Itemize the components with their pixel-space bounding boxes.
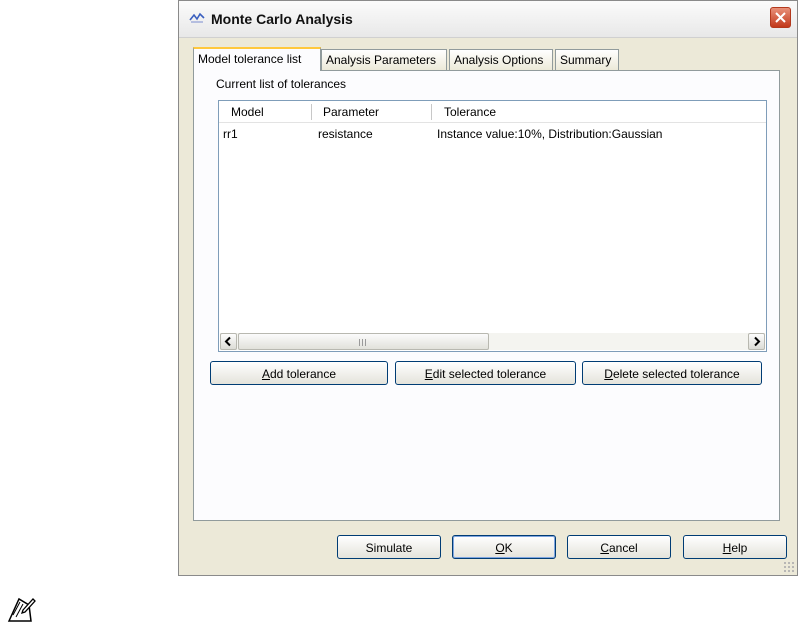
table-row[interactable]: rr1 resistance Instance value:10%, Distr… — [219, 125, 766, 141]
horizontal-scrollbar[interactable] — [220, 333, 765, 350]
tab-page-model-tolerance-list: Current list of tolerances Model Paramet… — [193, 70, 780, 521]
cell-model: rr1 — [223, 127, 238, 141]
column-header-model[interactable]: Model — [231, 105, 264, 119]
grip-icon — [359, 339, 367, 346]
scroll-left-button[interactable] — [220, 333, 237, 350]
close-icon — [775, 12, 786, 23]
list-header: Model Parameter Tolerance — [219, 101, 766, 123]
column-separator[interactable] — [431, 104, 432, 120]
tab-model-tolerance-list[interactable]: Model tolerance list — [193, 47, 321, 71]
edit-selected-tolerance-button[interactable]: Edit selected tolerance — [395, 361, 576, 385]
note-pencil-icon — [7, 597, 36, 622]
chevron-right-icon — [754, 336, 761, 347]
chevron-left-icon — [224, 336, 231, 347]
column-header-parameter[interactable]: Parameter — [323, 105, 379, 119]
cancel-button[interactable]: Cancel — [567, 535, 671, 559]
tolerance-list[interactable]: Model Parameter Tolerance rr1 resistance… — [218, 100, 767, 352]
ok-button[interactable]: OK — [452, 535, 556, 559]
tab-analysis-options[interactable]: Analysis Options — [449, 49, 553, 70]
monte-carlo-dialog: Monte Carlo Analysis Model tolerance lis… — [178, 0, 798, 576]
tab-analysis-parameters[interactable]: Analysis Parameters — [321, 49, 447, 70]
scrollbar-thumb[interactable] — [238, 333, 489, 350]
add-tolerance-button[interactable]: Add tolerance — [210, 361, 388, 385]
cell-tolerance: Instance value:10%, Distribution:Gaussia… — [437, 127, 663, 141]
column-header-tolerance[interactable]: Tolerance — [444, 105, 496, 119]
help-button[interactable]: Help — [683, 535, 787, 559]
scroll-right-button[interactable] — [748, 333, 765, 350]
current-list-label: Current list of tolerances — [216, 77, 347, 91]
delete-selected-tolerance-button[interactable]: Delete selected tolerance — [582, 361, 762, 385]
simulate-button[interactable]: Simulate — [337, 535, 441, 559]
column-separator[interactable] — [311, 104, 312, 120]
close-button[interactable] — [770, 7, 791, 28]
cell-parameter: resistance — [318, 127, 373, 141]
resize-grip-icon[interactable] — [783, 561, 795, 573]
window-title: Monte Carlo Analysis — [211, 11, 353, 27]
simulation-app-icon — [189, 12, 205, 23]
title-bar[interactable]: Monte Carlo Analysis — [179, 1, 797, 38]
tab-summary[interactable]: Summary — [555, 49, 619, 70]
